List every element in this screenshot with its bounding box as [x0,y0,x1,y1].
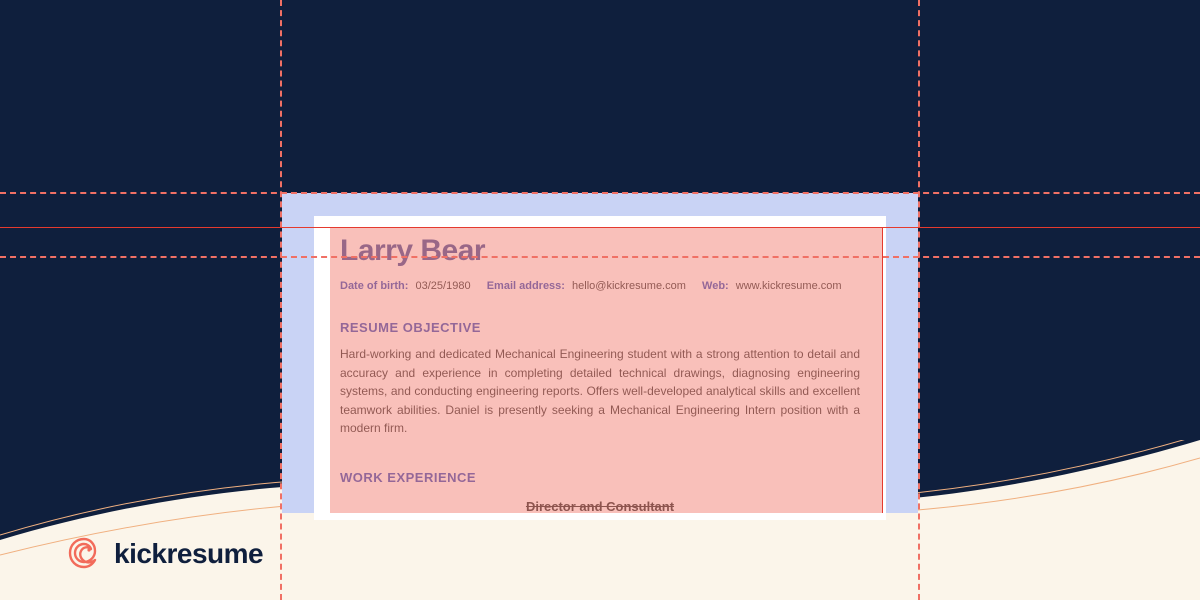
job-title-fragment: Director and Consultant [340,499,860,514]
resume-contact-row: Date of birth: 03/25/1980 Email address:… [340,280,860,292]
web-value: www.kickresume.com [736,280,842,292]
brand-logo: kickresume [66,536,263,572]
experience-heading: WORK EXPERIENCE [340,470,860,485]
email-label: Email address: [487,280,565,292]
email-value: hello@kickresume.com [572,280,686,292]
resume-page: Larry Bear Date of birth: 03/25/1980 Ema… [314,216,886,520]
resume-name: Larry Bear [340,234,860,268]
dob-label: Date of birth: [340,280,408,292]
objective-body: Hard-working and dedicated Mechanical En… [340,345,860,438]
objective-heading: RESUME OBJECTIVE [340,320,860,335]
kickresume-icon [66,536,102,572]
web-label: Web: [702,280,729,292]
dob-value: 03/25/1980 [416,280,471,292]
brand-name: kickresume [114,538,263,570]
